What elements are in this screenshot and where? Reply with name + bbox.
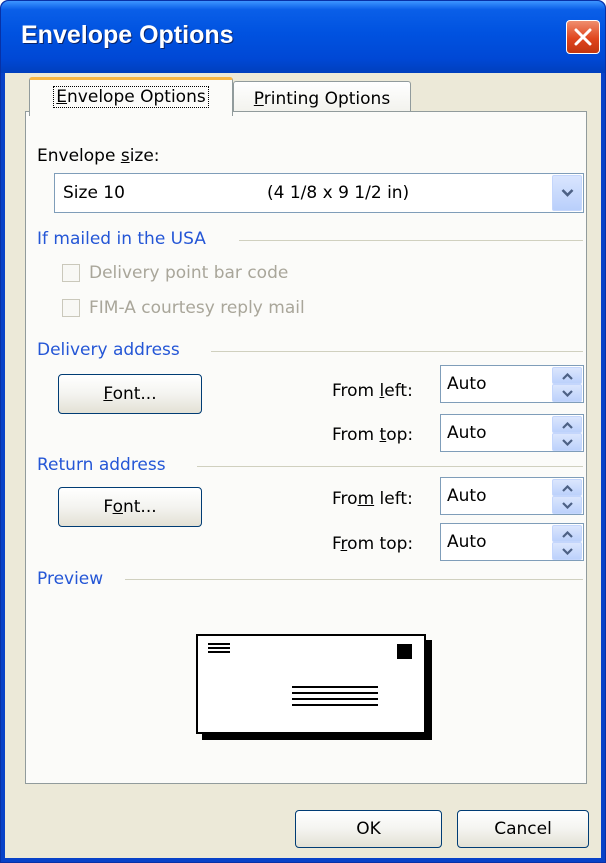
return-from-left-label: From left: [332,489,413,509]
return-font-button-label: Font... [103,497,157,517]
tab-label: Printing Options [253,89,391,109]
return-from-left-spinner[interactable]: Auto [440,477,584,515]
delivery-point-barcode-label: Delivery point bar code [89,263,289,283]
fim-a-courtesy-reply-label: FIM-A courtesy reply mail [89,298,305,318]
delivery-from-left-spinner[interactable]: Auto [440,365,584,403]
preview-group-title: Preview [37,569,104,589]
envelope-size-dropdown-button[interactable] [552,175,582,211]
spin-up-button[interactable] [552,525,582,542]
dialog-title: Envelope Options [21,21,234,49]
envelope-options-dialog: Envelope Options Envelope Options Printi… [0,0,606,863]
envelope-preview-image [196,634,432,740]
delivery-point-barcode-checkbox[interactable] [62,264,80,282]
spin-up-icon [562,422,573,429]
usa-group-title: If mailed in the USA [37,229,206,249]
spinner-buttons [552,479,582,514]
tab-label: Envelope Options [53,86,209,108]
spin-up-icon [562,373,573,380]
return-address-group-title: Return address [37,455,166,475]
return-from-left-value: Auto [447,486,487,506]
preview-divider [125,579,583,580]
delivery-font-button-label: Font... [103,384,157,404]
return-from-top-label: From top: [332,534,414,554]
spin-down-button[interactable] [552,496,582,514]
spin-down-button[interactable] [552,542,582,560]
spin-up-button[interactable] [552,367,582,384]
return-from-top-spinner[interactable]: Auto [440,523,584,561]
title-bar[interactable]: Envelope Options [1,1,605,73]
usa-group-divider [239,240,583,241]
spin-down-icon [562,502,573,509]
spinner-buttons [552,525,582,560]
delivery-from-left-value: Auto [447,374,487,394]
spin-up-icon [562,485,573,492]
envelope-size-label: Envelope size: [37,146,160,166]
spin-up-button[interactable] [552,479,582,496]
delivery-font-button[interactable]: Font... [58,374,202,414]
tab-envelope-options[interactable]: Envelope Options [29,77,233,116]
cancel-button[interactable]: Cancel [457,810,589,848]
return-font-button[interactable]: Font... [58,487,202,527]
return-address-divider [197,466,583,467]
close-icon [574,28,592,46]
spinner-buttons [552,416,582,451]
spin-down-button[interactable] [552,433,582,451]
spin-down-button[interactable] [552,384,582,402]
spin-down-icon [562,548,573,555]
ok-button-label: OK [356,819,381,839]
delivery-address-group-title: Delivery address [37,340,180,360]
spin-up-button[interactable] [552,416,582,433]
ok-button[interactable]: OK [295,810,442,848]
delivery-address-divider [211,351,583,352]
envelope-size-dimensions: (4 1/8 x 9 1/2 in) [267,183,410,203]
spin-down-icon [562,390,573,397]
delivery-from-top-label: From top: [332,425,414,445]
spinner-buttons [552,367,582,402]
spin-down-icon [562,439,573,446]
envelope-size-select[interactable]: Size 10 (4 1/8 x 9 1/2 in) [54,173,584,213]
chevron-down-icon [561,189,574,197]
fim-a-courtesy-reply-checkbox[interactable] [62,299,80,317]
close-button[interactable] [566,20,600,54]
delivery-from-top-spinner[interactable]: Auto [440,414,584,452]
cancel-button-label: Cancel [494,819,552,839]
spin-up-icon [562,531,573,538]
delivery-from-top-value: Auto [447,423,487,443]
return-from-top-value: Auto [447,532,487,552]
envelope-size-name: Size 10 [63,183,125,203]
delivery-from-left-label: From left: [332,381,413,401]
